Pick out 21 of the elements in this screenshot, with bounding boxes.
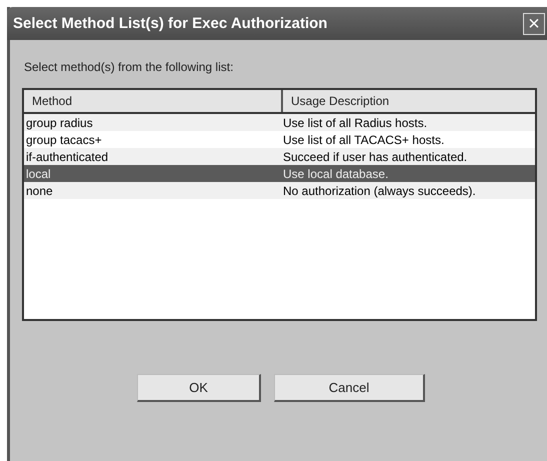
description-cell-text: No authorization (always succeeds). [282, 184, 477, 198]
table-row[interactable]: group radius Use list of all Radius hosts. [24, 114, 535, 131]
dialog-button[interactable]: Cancel [274, 374, 425, 402]
description-cell-text: Use local database. [282, 166, 390, 180]
table-row[interactable]: if-authenticated Succeed if user has authenticated. [24, 148, 535, 165]
close-button[interactable]: × [523, 12, 545, 34]
method-cell-text: group radius [25, 116, 94, 130]
method-cell-text: if-authenticated [25, 150, 110, 164]
table-row[interactable]: none No authorization (always succeeds). [24, 182, 535, 199]
description-cell-text: Use list of all TACACS+ hosts. [282, 132, 446, 146]
description-cell-text: Succeed if user has authenticated. [282, 150, 468, 164]
column-header[interactable]: Method [24, 90, 281, 112]
method-cell-text: none [25, 184, 54, 198]
dialog-button[interactable]: OK [137, 374, 261, 402]
description-cell-text: Use list of all Radius hosts. [282, 116, 428, 130]
instruction-text: Select method(s) from the following list: [24, 60, 234, 74]
table-row[interactable]: local Use local database. [24, 165, 535, 182]
window-title: Select Method List(s) for Exec Authorization [13, 15, 328, 32]
column-header[interactable]: Usage Description [281, 90, 535, 112]
method-cell-text: group tacacs+ [25, 132, 103, 146]
method-cell-text: local [25, 166, 52, 180]
